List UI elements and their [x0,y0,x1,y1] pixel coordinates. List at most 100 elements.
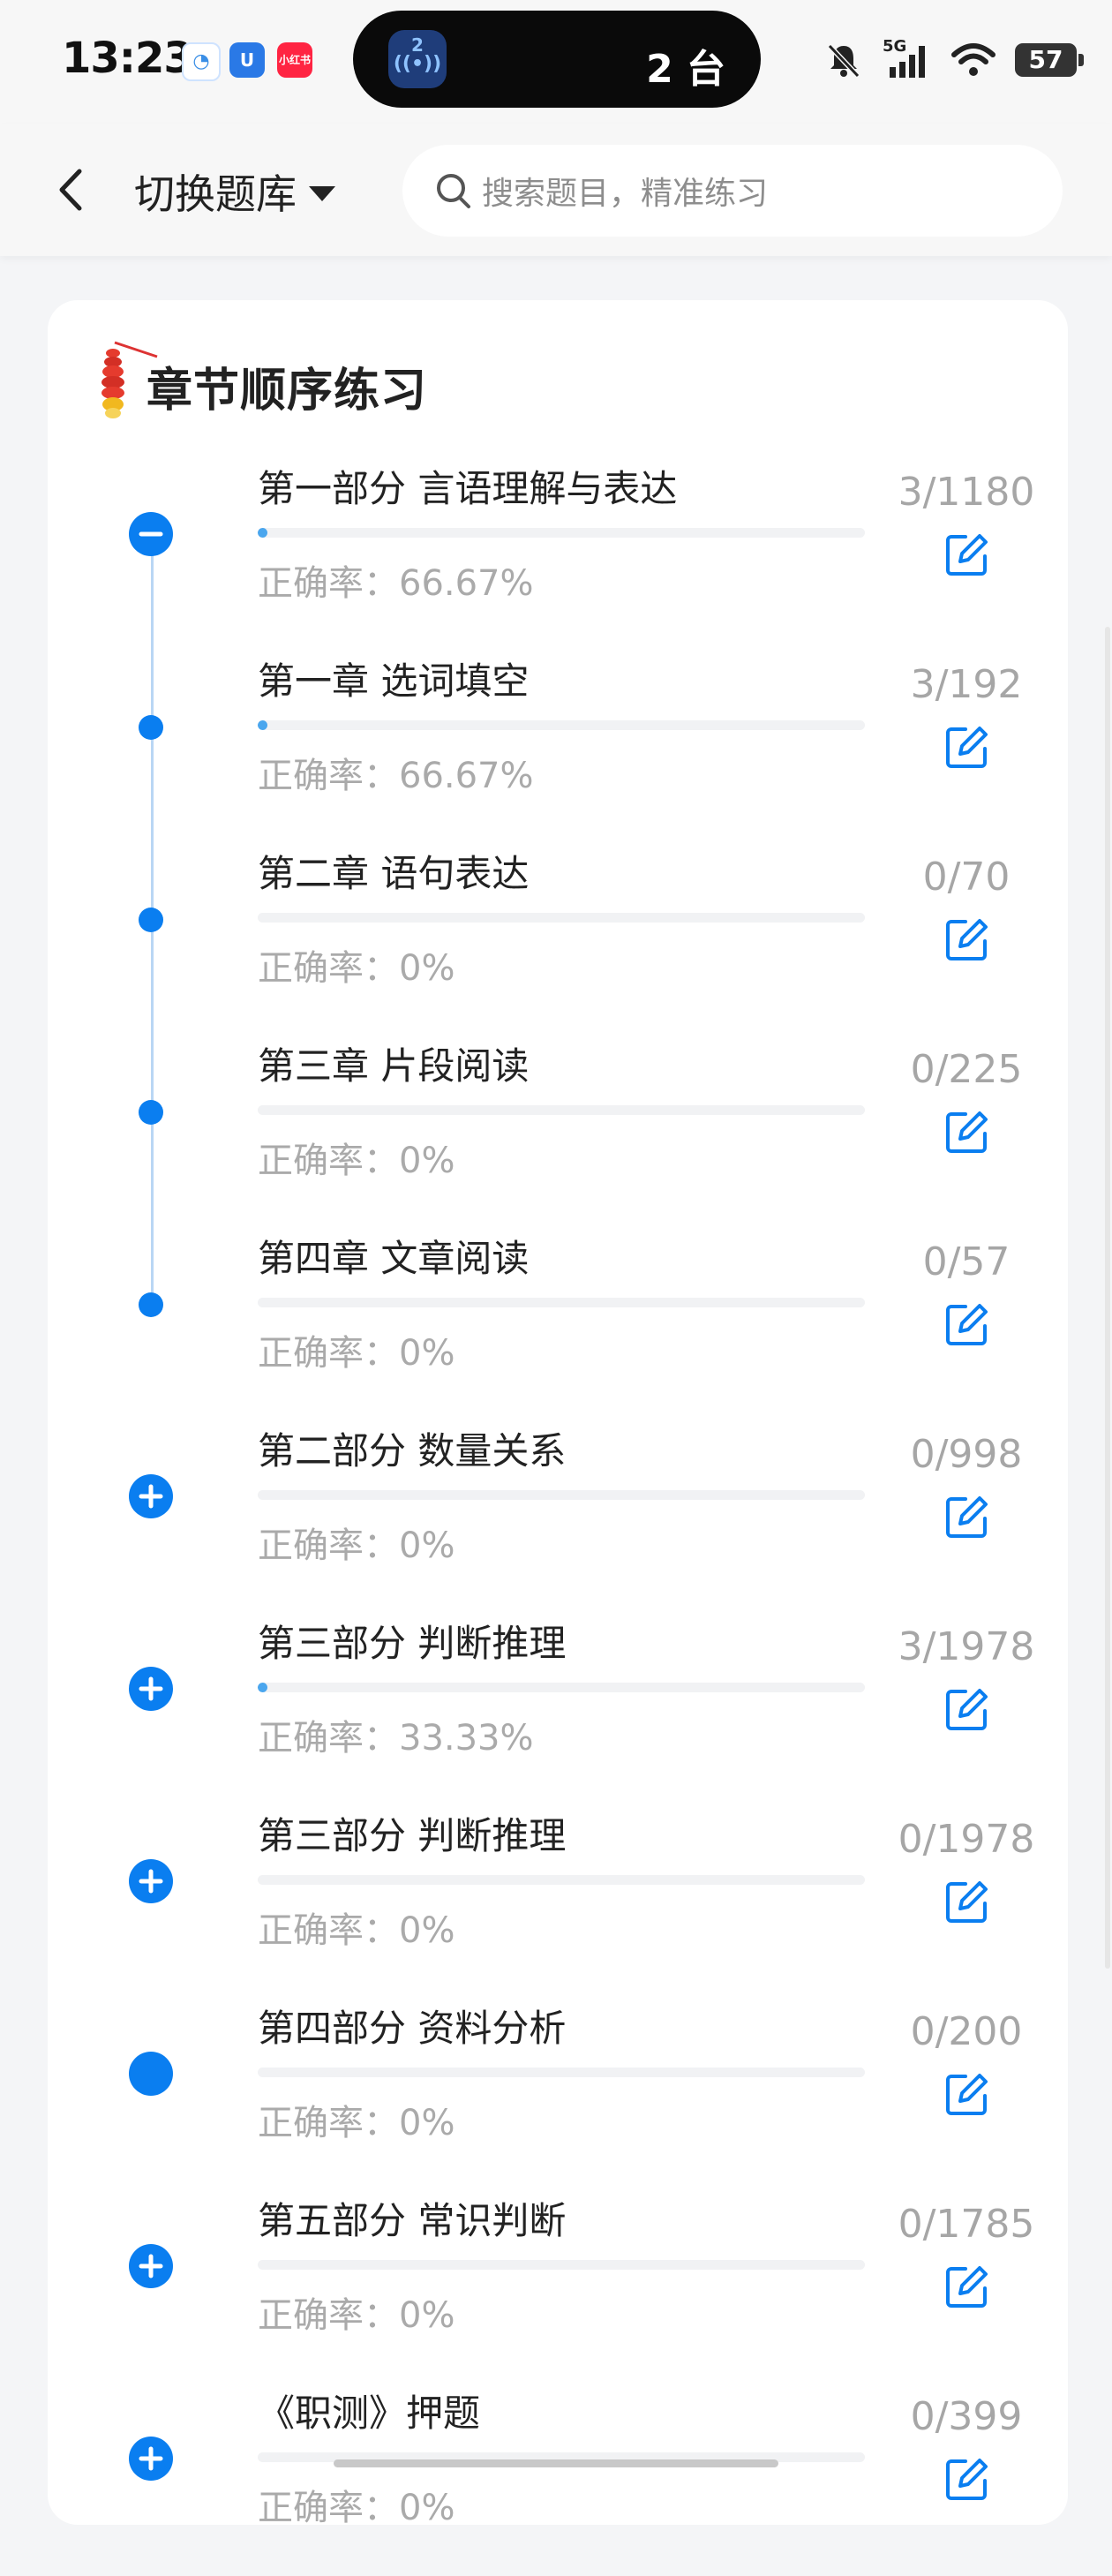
accuracy-text: 正确率：0% [258,1333,455,1374]
progress-track [258,2068,865,2077]
progress-track [258,1298,865,1307]
progress-track [258,720,865,730]
scrollbar[interactable] [1105,627,1110,1969]
expand-icon[interactable] [129,1667,173,1711]
edit-practice-icon[interactable] [943,1877,992,1926]
progress-fill [258,1683,267,1692]
edit-practice-icon[interactable] [943,1299,992,1349]
edit-practice-icon[interactable] [943,530,992,579]
search-placeholder: 搜索题目，精准练习 [482,176,769,212]
chapter-title: 第一章 选词填空 [258,659,530,703]
accuracy-text: 正确率：0% [258,1525,455,1566]
chapter-row[interactable]: 第二部分 数量关系 正确率：0% 0/998 [0,1421,1112,1614]
progress-count: 3/192 [910,662,1023,707]
chapter-title: 第三章 片段阅读 [258,1044,530,1088]
chapter-row[interactable]: 第四章 文章阅读 正确率：0% 0/57 [0,1229,1112,1421]
cellular-signal-icon: 5G [883,37,932,79]
xiaohongshu-icon: 小红书 [277,42,312,78]
island-text: 2 台 [646,47,725,92]
progress-count: 0/57 [922,1239,1011,1284]
accuracy-text: 正确率：33.33% [258,1718,534,1759]
tree-filled-icon[interactable] [129,2052,173,2096]
edit-practice-icon[interactable] [943,915,992,964]
wifi-icon [951,43,996,76]
progress-count: 3/1180 [898,470,1035,515]
chapter-title: 《职测》押题 [258,2391,481,2435]
accuracy-text: 正确率：0% [258,2103,455,2143]
top-nav: 切换题库 搜索题目，精准练习 [0,124,1112,256]
accuracy-text: 正确率：0% [258,948,455,989]
tree-dot-icon [139,1292,163,1317]
dynamic-island[interactable]: 2 ((•)) 2 台 [353,11,761,108]
progress-track [258,1683,865,1692]
expand-icon[interactable] [129,1859,173,1903]
progress-count: 0/1785 [898,2202,1035,2247]
progress-track [258,1105,865,1115]
progress-count: 0/399 [910,2394,1023,2439]
caret-down-icon [309,185,335,201]
chapter-row[interactable]: 《职测》押题正确率：0% 0/399 [0,2384,1112,2576]
edit-practice-icon[interactable] [943,722,992,772]
edit-practice-icon[interactable] [943,1107,992,1156]
accuracy-text: 正确率：0% [258,1141,455,1181]
chapter-title: 第二部分 数量关系 [258,1429,567,1473]
expand-icon[interactable] [129,2244,173,2288]
chapter-row[interactable]: 第三部分 判断推理 正确率：33.33% 3/1978 [0,1614,1112,1806]
chapter-title: 第五部分 常识判断 [258,2199,567,2242]
chat-bubble-icon: ◔ [182,42,221,81]
progress-track [258,913,865,923]
progress-count: 0/70 [922,855,1011,900]
status-bar: 13:23 ◔ U 小红书 2 ((•)) 2 台 5G 57 [0,0,1112,124]
accuracy-text: 正确率：66.67% [258,756,534,796]
mute-bell-icon [827,43,860,79]
tree-dot-icon [139,715,163,740]
chapter-row[interactable]: 第三部分 判断推理 正确率：0% 0/1978 [0,1806,1112,1999]
tree-dot-icon [139,908,163,932]
chapter-title: 第四章 文章阅读 [258,1237,530,1280]
accuracy-text: 正确率：0% [258,1910,455,1951]
chapter-row[interactable]: 第三章 片段阅读正确率：0% 0/225 [0,1036,1112,1229]
tree-dot-icon [139,1100,163,1125]
chapter-row[interactable]: 第五部分 常识判断 正确率：0% 0/1785 [0,2191,1112,2384]
broadcast-icon: ((•)) [393,53,442,75]
edit-practice-icon[interactable] [943,2069,992,2119]
edit-practice-icon[interactable] [943,1492,992,1541]
progress-track [258,1490,865,1500]
edit-practice-icon[interactable] [943,1684,992,1734]
chapter-title: 第一部分 言语理解与表达 [258,467,678,510]
island-app-icon: 2 ((•)) [388,30,447,88]
progress-count: 0/998 [910,1432,1023,1477]
home-indicator[interactable] [334,2459,778,2467]
progress-count: 0/225 [910,1047,1023,1092]
progress-count: 0/1978 [898,1817,1035,1862]
chapter-row[interactable]: 第一部分 言语理解与表达 正确率：66.67% 3/1180 [0,459,1112,652]
progress-track [258,528,865,538]
edit-practice-icon[interactable] [943,2454,992,2504]
expand-icon[interactable] [129,2437,173,2481]
status-icons: 5G 57 [824,35,1084,85]
progress-count: 3/1978 [898,1624,1035,1669]
expand-icon[interactable] [129,1474,173,1518]
accuracy-text: 正确率：66.67% [258,563,534,604]
u-app-icon: U [229,42,265,78]
battery-icon: 57 [1015,43,1084,77]
search-icon [437,174,470,208]
edit-practice-icon[interactable] [943,2262,992,2311]
progress-count: 0/200 [910,2009,1023,2054]
switch-bank-button[interactable]: 切换题库 [134,162,335,221]
chapter-row[interactable]: 第二章 语句表达 正确率：0% 0/70 [0,844,1112,1036]
chapter-row[interactable]: 第四部分 资料分析 正确率：0% 0/200 [0,1999,1112,2191]
chapter-row[interactable]: 第一章 选词填空正确率：66.67% 3/192 [0,652,1112,844]
chapter-title: 第三部分 判断推理 [258,1814,567,1857]
chapter-title: 第四部分 资料分析 [258,2007,567,2050]
progress-track [258,1875,865,1885]
accuracy-text: 正确率：0% [258,2488,455,2528]
collapse-icon[interactable] [129,512,173,556]
island-badge: 2 [411,34,424,56]
switch-bank-label: 切换题库 [134,170,297,218]
back-arrow-icon[interactable] [49,159,94,221]
status-time: 13:23 [62,34,193,83]
search-bar[interactable]: 搜索题目，精准练习 [402,145,1063,237]
section-title: 章节顺序练习 [147,365,428,418]
progress-fill [258,720,267,730]
